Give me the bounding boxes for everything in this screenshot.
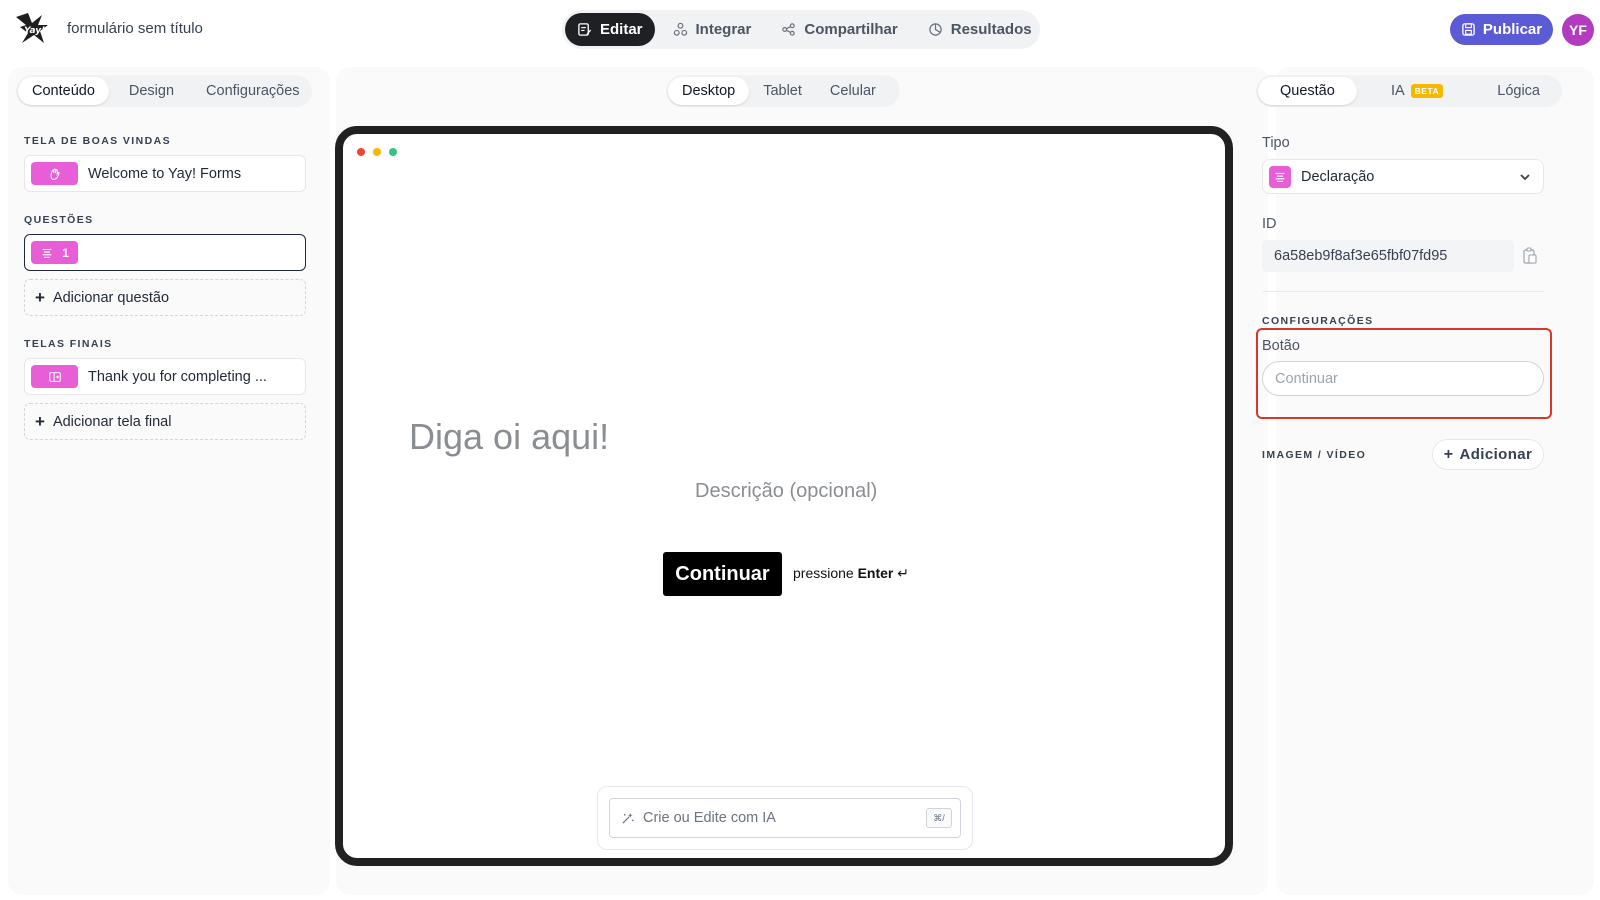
results-icon: [929, 23, 942, 36]
yay-logo[interactable]: Yay!: [14, 11, 50, 47]
nav-edit[interactable]: Editar: [565, 13, 655, 46]
nav-results[interactable]: Resultados: [916, 13, 1044, 46]
question-number: 1: [62, 245, 69, 260]
share-icon: [782, 23, 796, 36]
button-label: Botão: [1262, 338, 1300, 354]
window-dots: [357, 148, 397, 156]
divider: [1262, 291, 1544, 292]
copy-icon[interactable]: [1522, 247, 1538, 265]
end-screen-item[interactable]: Thank you for completing ...: [24, 358, 306, 395]
tab-settings[interactable]: Configurações: [192, 77, 314, 105]
tab-desktop[interactable]: Desktop: [668, 77, 750, 105]
id-field[interactable]: 6a58eb9f8af3e65fbf07fd95: [1262, 240, 1514, 272]
add-media-button[interactable]: + Adicionar: [1432, 439, 1544, 470]
button-text-input[interactable]: Continuar: [1262, 361, 1544, 396]
ai-shortcut-hint: ⌘/: [926, 808, 952, 828]
tab-content[interactable]: Conteúdo: [18, 77, 109, 105]
add-media-label: Adicionar: [1459, 446, 1533, 463]
device-tabs: Desktop Tablet Celular: [666, 75, 900, 107]
content-panel: Conteúdo Design Configurações TELA DE BO…: [8, 67, 330, 895]
welcome-screen-item[interactable]: Welcome to Yay! Forms: [24, 155, 306, 192]
properties-panel: Questão IA BETA Lógica Tipo Declaração I…: [1256, 67, 1594, 895]
exit-icon: [48, 371, 61, 382]
enter-icon: ↵: [897, 565, 910, 581]
add-end-screen-label: Adicionar tela final: [52, 413, 172, 430]
dot-red: [357, 148, 365, 156]
chevron-down-icon: [1520, 174, 1530, 181]
nav-integrate-label: Integrar: [695, 21, 752, 38]
welcome-badge: [31, 162, 78, 185]
tab-tablet[interactable]: Tablet: [749, 77, 816, 105]
edit-icon: [578, 23, 592, 36]
questions-section-label: QUESTÕES: [24, 214, 94, 226]
nav-share[interactable]: Compartilhar: [769, 13, 909, 46]
nav-share-label: Compartilhar: [804, 21, 898, 38]
add-end-screen-button[interactable]: + Adicionar tela final: [24, 403, 306, 440]
beta-badge: BETA: [1410, 84, 1444, 98]
add-question-label: Adicionar questão: [52, 289, 170, 306]
nav-results-label: Resultados: [950, 21, 1032, 38]
press-prefix: pressione: [793, 565, 854, 581]
ai-placeholder: Crie ou Edite com IA: [643, 810, 776, 826]
nav-edit-label: Editar: [600, 21, 643, 38]
continue-button[interactable]: Continuar: [663, 552, 782, 596]
end-badge: [31, 365, 78, 388]
statement-icon: [42, 248, 52, 258]
type-value: Declaração: [1301, 168, 1375, 185]
publish-button[interactable]: Publicar: [1450, 14, 1553, 45]
integrate-icon: [673, 22, 687, 36]
welcome-section-label: TELA DE BOAS VINDAS: [24, 135, 171, 147]
magic-wand-icon: [622, 812, 634, 824]
tab-ai-label: IA: [1390, 83, 1405, 99]
main-nav: Editar Integrar Compartilhar Resultados: [562, 10, 1040, 49]
nav-integrate[interactable]: Integrar: [661, 13, 764, 46]
statement-description[interactable]: Descrição (opcional): [695, 480, 877, 503]
tab-logic[interactable]: Lógica: [1477, 77, 1560, 105]
plus-icon: +: [35, 412, 45, 431]
question-item[interactable]: 1: [24, 234, 306, 271]
press-key: Enter: [857, 565, 894, 581]
press-enter-hint: pressione Enter ↵: [793, 565, 909, 582]
avatar[interactable]: YF: [1562, 14, 1594, 46]
type-label: Tipo: [1262, 135, 1290, 151]
settings-section-label: CONFIGURAÇÕES: [1262, 315, 1374, 327]
hand-wave-icon: [49, 167, 60, 180]
dot-green: [389, 148, 397, 156]
welcome-item-label: Welcome to Yay! Forms: [88, 165, 242, 182]
tab-design[interactable]: Design: [115, 77, 188, 105]
top-bar: Yay! formulário sem título Editar Integr…: [0, 0, 1600, 60]
svg-text:Yay!: Yay!: [24, 26, 45, 36]
device-preview: Diga oi aqui! Descrição (opcional) Conti…: [335, 126, 1233, 866]
plus-icon: +: [1443, 445, 1454, 463]
dot-yellow: [373, 148, 381, 156]
media-section-label: IMAGEM / VÍDEO: [1262, 449, 1367, 461]
statement-headline[interactable]: Diga oi aqui!: [409, 416, 609, 458]
tab-mobile[interactable]: Celular: [816, 77, 890, 105]
statement-type-icon: [1269, 165, 1291, 188]
plus-icon: +: [35, 288, 45, 307]
publish-icon: [1462, 23, 1475, 36]
ai-prompt-input[interactable]: Crie ou Edite com IA ⌘/: [609, 798, 961, 838]
tab-ai[interactable]: IA BETA: [1377, 77, 1457, 105]
form-title[interactable]: formulário sem título: [67, 20, 203, 37]
ai-prompt-box: Crie ou Edite com IA ⌘/: [597, 786, 973, 850]
question-badge: 1: [31, 241, 78, 264]
add-question-button[interactable]: + Adicionar questão: [24, 279, 306, 316]
type-select[interactable]: Declaração: [1262, 159, 1544, 194]
end-screens-section-label: TELAS FINAIS: [24, 338, 113, 350]
id-label: ID: [1262, 216, 1277, 232]
end-item-label: Thank you for completing ...: [88, 368, 267, 385]
left-tabs: Conteúdo Design Configurações: [16, 75, 312, 107]
right-tabs: Questão IA BETA Lógica: [1256, 75, 1562, 107]
publish-label: Publicar: [1482, 21, 1543, 38]
tab-question[interactable]: Questão: [1258, 77, 1357, 105]
